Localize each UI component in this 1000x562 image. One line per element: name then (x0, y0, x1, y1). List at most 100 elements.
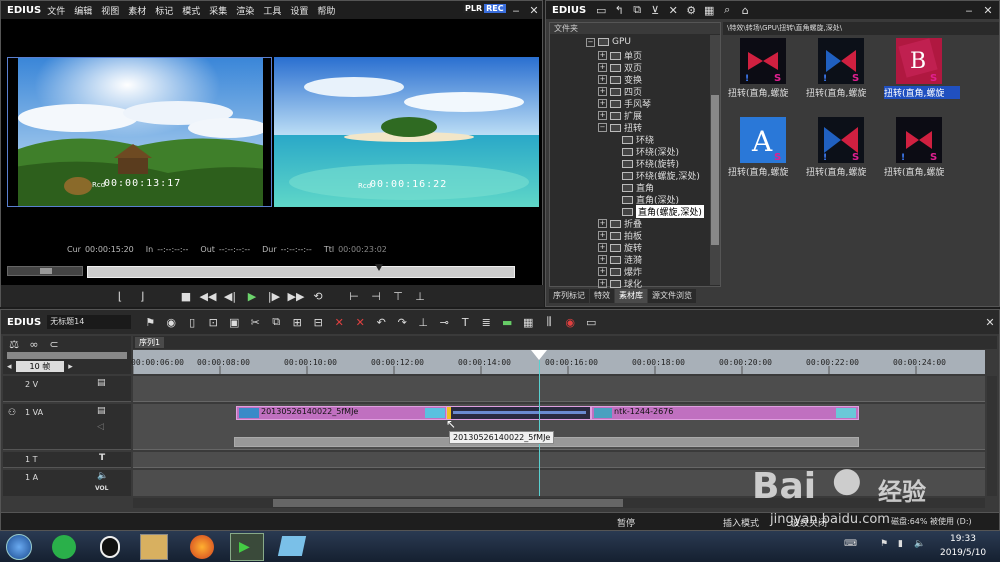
zoom-level[interactable]: 10 帧 (15, 361, 65, 372)
menu-tools[interactable]: 工具 (263, 4, 281, 17)
minimize-icon[interactable]: ‒ (507, 3, 525, 17)
menu-view[interactable]: 视图 (101, 4, 119, 17)
taskbar-explorer-icon[interactable] (140, 534, 168, 560)
rec-mode-button[interactable]: REC (484, 4, 506, 13)
track-va1-sync-icon[interactable]: ⚇ (8, 408, 16, 418)
new-sequence-icon[interactable]: ▯ (183, 314, 201, 330)
copy-icon[interactable]: ⧉ (628, 2, 646, 18)
track-va1-lane[interactable]: 20130526140022_5fMJe ntk-1244-2676 (133, 404, 985, 450)
track-a1-header[interactable]: 1 A 🔈 VOL (3, 470, 131, 496)
taskbar-qq-icon[interactable] (100, 536, 120, 558)
tray-volume-icon[interactable]: 🔈 (914, 539, 925, 549)
effect-thumb-3[interactable]: BS (896, 38, 942, 84)
play-icon[interactable]: ▶ (243, 288, 261, 304)
redo-icon[interactable]: ↷ (393, 314, 411, 330)
mixer-icon[interactable]: ≣ (477, 314, 495, 330)
menu-capture[interactable]: 采集 (209, 4, 227, 17)
tab-effects[interactable]: 特效 (590, 289, 614, 303)
effect-thumb-1[interactable]: ! S (740, 38, 786, 84)
loop-icon[interactable]: ⟲ (309, 288, 327, 304)
plr-mode-button[interactable]: PLR (463, 4, 485, 13)
shuttle-handle[interactable] (40, 268, 52, 274)
effect-thumb-6[interactable]: ! S (896, 117, 942, 163)
cut-icon[interactable]: ✂ (246, 314, 264, 330)
tray-network-icon[interactable]: ▮ (898, 539, 903, 549)
taskbar-app-1[interactable] (52, 535, 76, 559)
track-v2-header[interactable]: 2 V ▤ (3, 376, 131, 402)
up-folder-icon[interactable]: ↰ (610, 2, 628, 18)
export-icon[interactable]: ⊥ (411, 288, 429, 304)
menu-help[interactable]: 帮助 (317, 4, 335, 17)
save-icon[interactable]: ▣ (225, 314, 243, 330)
track-t1-title-icon[interactable]: T (99, 453, 105, 463)
delete-clip-icon[interactable]: ✕ (351, 314, 369, 330)
zoom-right-icon[interactable]: ▸ (68, 362, 73, 372)
timeline-vscroll[interactable] (987, 376, 997, 496)
effect-label-3[interactable]: 扭转(直角,螺旋 (884, 86, 960, 99)
mode-icon[interactable]: ⚑ (141, 314, 159, 330)
sequence-tab[interactable]: 序列1 (135, 337, 165, 348)
ruler-playhead[interactable] (531, 350, 547, 360)
menu-file[interactable]: 文件 (47, 4, 65, 17)
transition-clip[interactable] (446, 406, 591, 420)
delete-icon[interactable]: ✕ (664, 2, 682, 18)
menu-mode[interactable]: 模式 (182, 4, 200, 17)
tree-item-gpu[interactable]: − GPU (586, 37, 631, 47)
add-to-timeline-icon[interactable]: ⊻ (646, 2, 664, 18)
menu-edit[interactable]: 编辑 (74, 4, 92, 17)
tab-sequence-marker[interactable]: 序列标记 (549, 289, 589, 303)
lock-icon[interactable]: ⌂ (736, 2, 754, 18)
clock-time[interactable]: 19:33 (950, 534, 976, 544)
step-back-icon[interactable]: ◀| (221, 288, 239, 304)
title-icon[interactable]: T (456, 314, 474, 330)
shuttle-bar[interactable] (7, 266, 83, 276)
grid-icon[interactable]: ▦ (519, 314, 537, 330)
clip-video-1[interactable]: 20130526140022_5fMJe (236, 406, 448, 420)
audio-mixer-icon[interactable]: ⫼ (540, 314, 558, 330)
position-slider[interactable] (87, 264, 515, 278)
close-icon[interactable]: ✕ (525, 3, 543, 17)
undo-icon[interactable]: ↶ (372, 314, 390, 330)
position-playhead[interactable] (375, 264, 383, 271)
paste-icon[interactable]: ⊞ (288, 314, 306, 330)
track-v2-lock-icon[interactable]: ▤ (97, 378, 106, 388)
track-t1-header[interactable]: 1 T T (3, 452, 131, 468)
timeline-playhead-line[interactable] (539, 360, 540, 496)
waveform-icon[interactable]: ∞ (27, 338, 41, 351)
track-v2-lane[interactable] (133, 376, 985, 402)
taskbar-firefox-icon[interactable] (190, 535, 214, 559)
track-va1-header[interactable]: ⚇ 1 VA ▤ ◁ (3, 404, 131, 450)
link-icon[interactable]: ⊸ (435, 314, 453, 330)
menu-marker[interactable]: 标记 (155, 4, 173, 17)
match-frame-icon[interactable]: ⊤ (389, 288, 407, 304)
snap-icon[interactable]: ⊥ (414, 314, 432, 330)
bin-minimize-icon[interactable]: ‒ (960, 3, 978, 17)
properties-icon[interactable]: ⚙ (682, 2, 700, 18)
record-icon[interactable]: ◉ (561, 314, 579, 330)
step-forward-icon[interactable]: |▶ (265, 288, 283, 304)
tray-keyboard-icon[interactable]: ⌨ (844, 539, 857, 549)
timeline-close-icon[interactable]: ✕ (981, 315, 999, 329)
track-va1-video-icon[interactable]: ▤ (97, 406, 106, 416)
clock-date[interactable]: 2019/5/10 (940, 548, 986, 558)
timeline-ruler[interactable]: 00:00:06:00 00:00:08:00 00:00:10:00 00:0… (131, 350, 985, 374)
set-out-icon[interactable]: ⌋ (133, 288, 151, 304)
effect-thumb-4[interactable]: AS (740, 117, 786, 163)
stop-icon[interactable]: ■ (177, 288, 195, 304)
track-va1-audio-icon[interactable]: ◁ (97, 422, 104, 432)
track-height-icon[interactable]: ⚖ (7, 338, 21, 351)
sync-icon[interactable]: ⊂ (47, 338, 61, 351)
capture-icon[interactable]: ◉ (162, 314, 180, 330)
fast-forward-icon[interactable]: ▶▶ (287, 288, 305, 304)
menu-settings[interactable]: 设置 (290, 4, 308, 17)
effect-thumb-2[interactable]: ! S (818, 38, 864, 84)
effect-thumb-5[interactable]: ! S (818, 117, 864, 163)
tree-scrollbar[interactable] (710, 35, 720, 285)
replace-icon[interactable]: ⊟ (309, 314, 327, 330)
start-button[interactable] (6, 534, 32, 560)
set-in-icon[interactable]: ⌊ (111, 288, 129, 304)
tab-source-browser[interactable]: 源文件浏览 (648, 289, 696, 303)
track-a1-speaker-icon[interactable]: 🔈 (97, 471, 108, 481)
view-mode-icon[interactable]: ▦ (700, 2, 718, 18)
search-icon[interactable]: ⌕ (718, 2, 736, 18)
